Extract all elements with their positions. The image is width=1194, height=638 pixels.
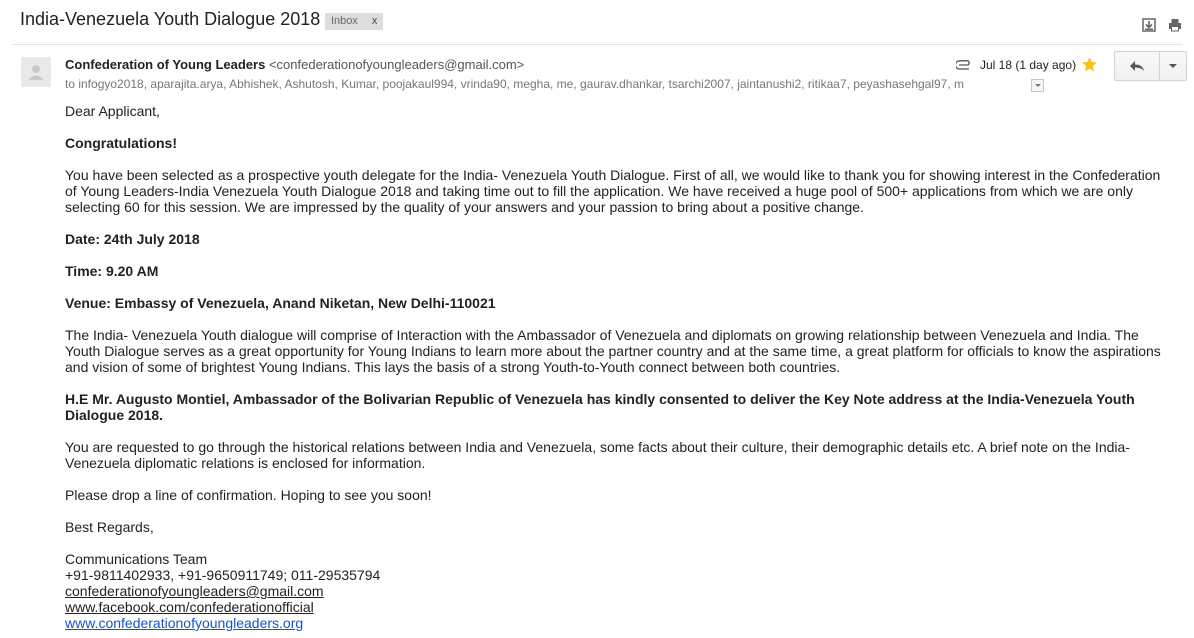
avatar[interactable] — [21, 57, 51, 87]
inbox-label[interactable]: Inbox x — [325, 13, 384, 30]
header-divider — [12, 44, 1182, 45]
paragraph-request: You are requested to go through the hist… — [65, 439, 1130, 471]
congratulations-heading: Congratulations! — [65, 135, 177, 151]
sender-line: Confederation of Young Leaders <confeder… — [65, 57, 524, 72]
paragraph-intro: You have been selected as a prospective … — [65, 167, 1161, 215]
download-icon[interactable] — [1142, 18, 1156, 32]
signature-facebook-link[interactable]: www.facebook.com/confederationofficial — [65, 599, 1175, 615]
signature-website-link[interactable]: www.confederationofyoungleaders.org — [65, 615, 1175, 631]
remove-label-button[interactable]: x — [372, 13, 378, 30]
star-icon[interactable] — [1082, 57, 1097, 72]
inbox-label-text: Inbox — [331, 15, 358, 27]
message-body: Dear Applicant, Congratulations! You hav… — [65, 103, 1175, 631]
reply-button[interactable] — [1115, 52, 1160, 80]
subject-bar: India-Venezuela Youth Dialogue 2018 Inbo… — [0, 0, 1194, 44]
reply-icon — [1130, 61, 1144, 71]
reply-button-group — [1114, 51, 1187, 81]
signature-team: Communications Team — [65, 551, 208, 567]
signature-phones: +91-9811402933, +91-9650911749; 011-2953… — [65, 567, 381, 583]
person-icon — [28, 65, 44, 80]
signature-email-link[interactable]: confederationofyoungleaders@gmail.com — [65, 583, 1175, 599]
sender-email: <confederationofyoungleaders@gmail.com> — [268, 57, 525, 72]
recipients-list: to infogyo2018, aparajita.arya, Abhishek… — [65, 77, 965, 91]
top-actions — [1142, 18, 1182, 32]
ambassador-note: H.E Mr. Augusto Montiel, Ambassador of t… — [65, 391, 1135, 423]
event-venue: Venue: Embassy of Venezuela, Anand Niket… — [65, 295, 496, 311]
signature: Communications Team +91-9811402933, +91-… — [65, 551, 1175, 631]
email-subject: India-Venezuela Youth Dialogue 2018 — [20, 9, 321, 29]
attachment-icon — [956, 59, 970, 70]
more-actions-button[interactable] — [1160, 52, 1186, 80]
event-time: Time: 9.20 AM — [65, 263, 159, 279]
closing-regards: Best Regards, — [65, 519, 154, 535]
event-date: Date: 24th July 2018 — [65, 231, 200, 247]
paragraph-dialogue: The India- Venezuela Youth dialogue will… — [65, 327, 1161, 375]
message-date: Jul 18 (1 day ago) — [980, 57, 1077, 72]
print-icon[interactable] — [1168, 18, 1182, 32]
more-caret-icon — [1169, 64, 1177, 68]
show-details-toggle[interactable] — [1031, 79, 1044, 92]
paragraph-confirmation: Please drop a line of confirmation. Hopi… — [65, 487, 432, 503]
sender-name[interactable]: Confederation of Young Leaders — [65, 57, 265, 72]
message-meta: Jul 18 (1 day ago) — [956, 57, 1097, 72]
greeting: Dear Applicant, — [65, 103, 160, 119]
